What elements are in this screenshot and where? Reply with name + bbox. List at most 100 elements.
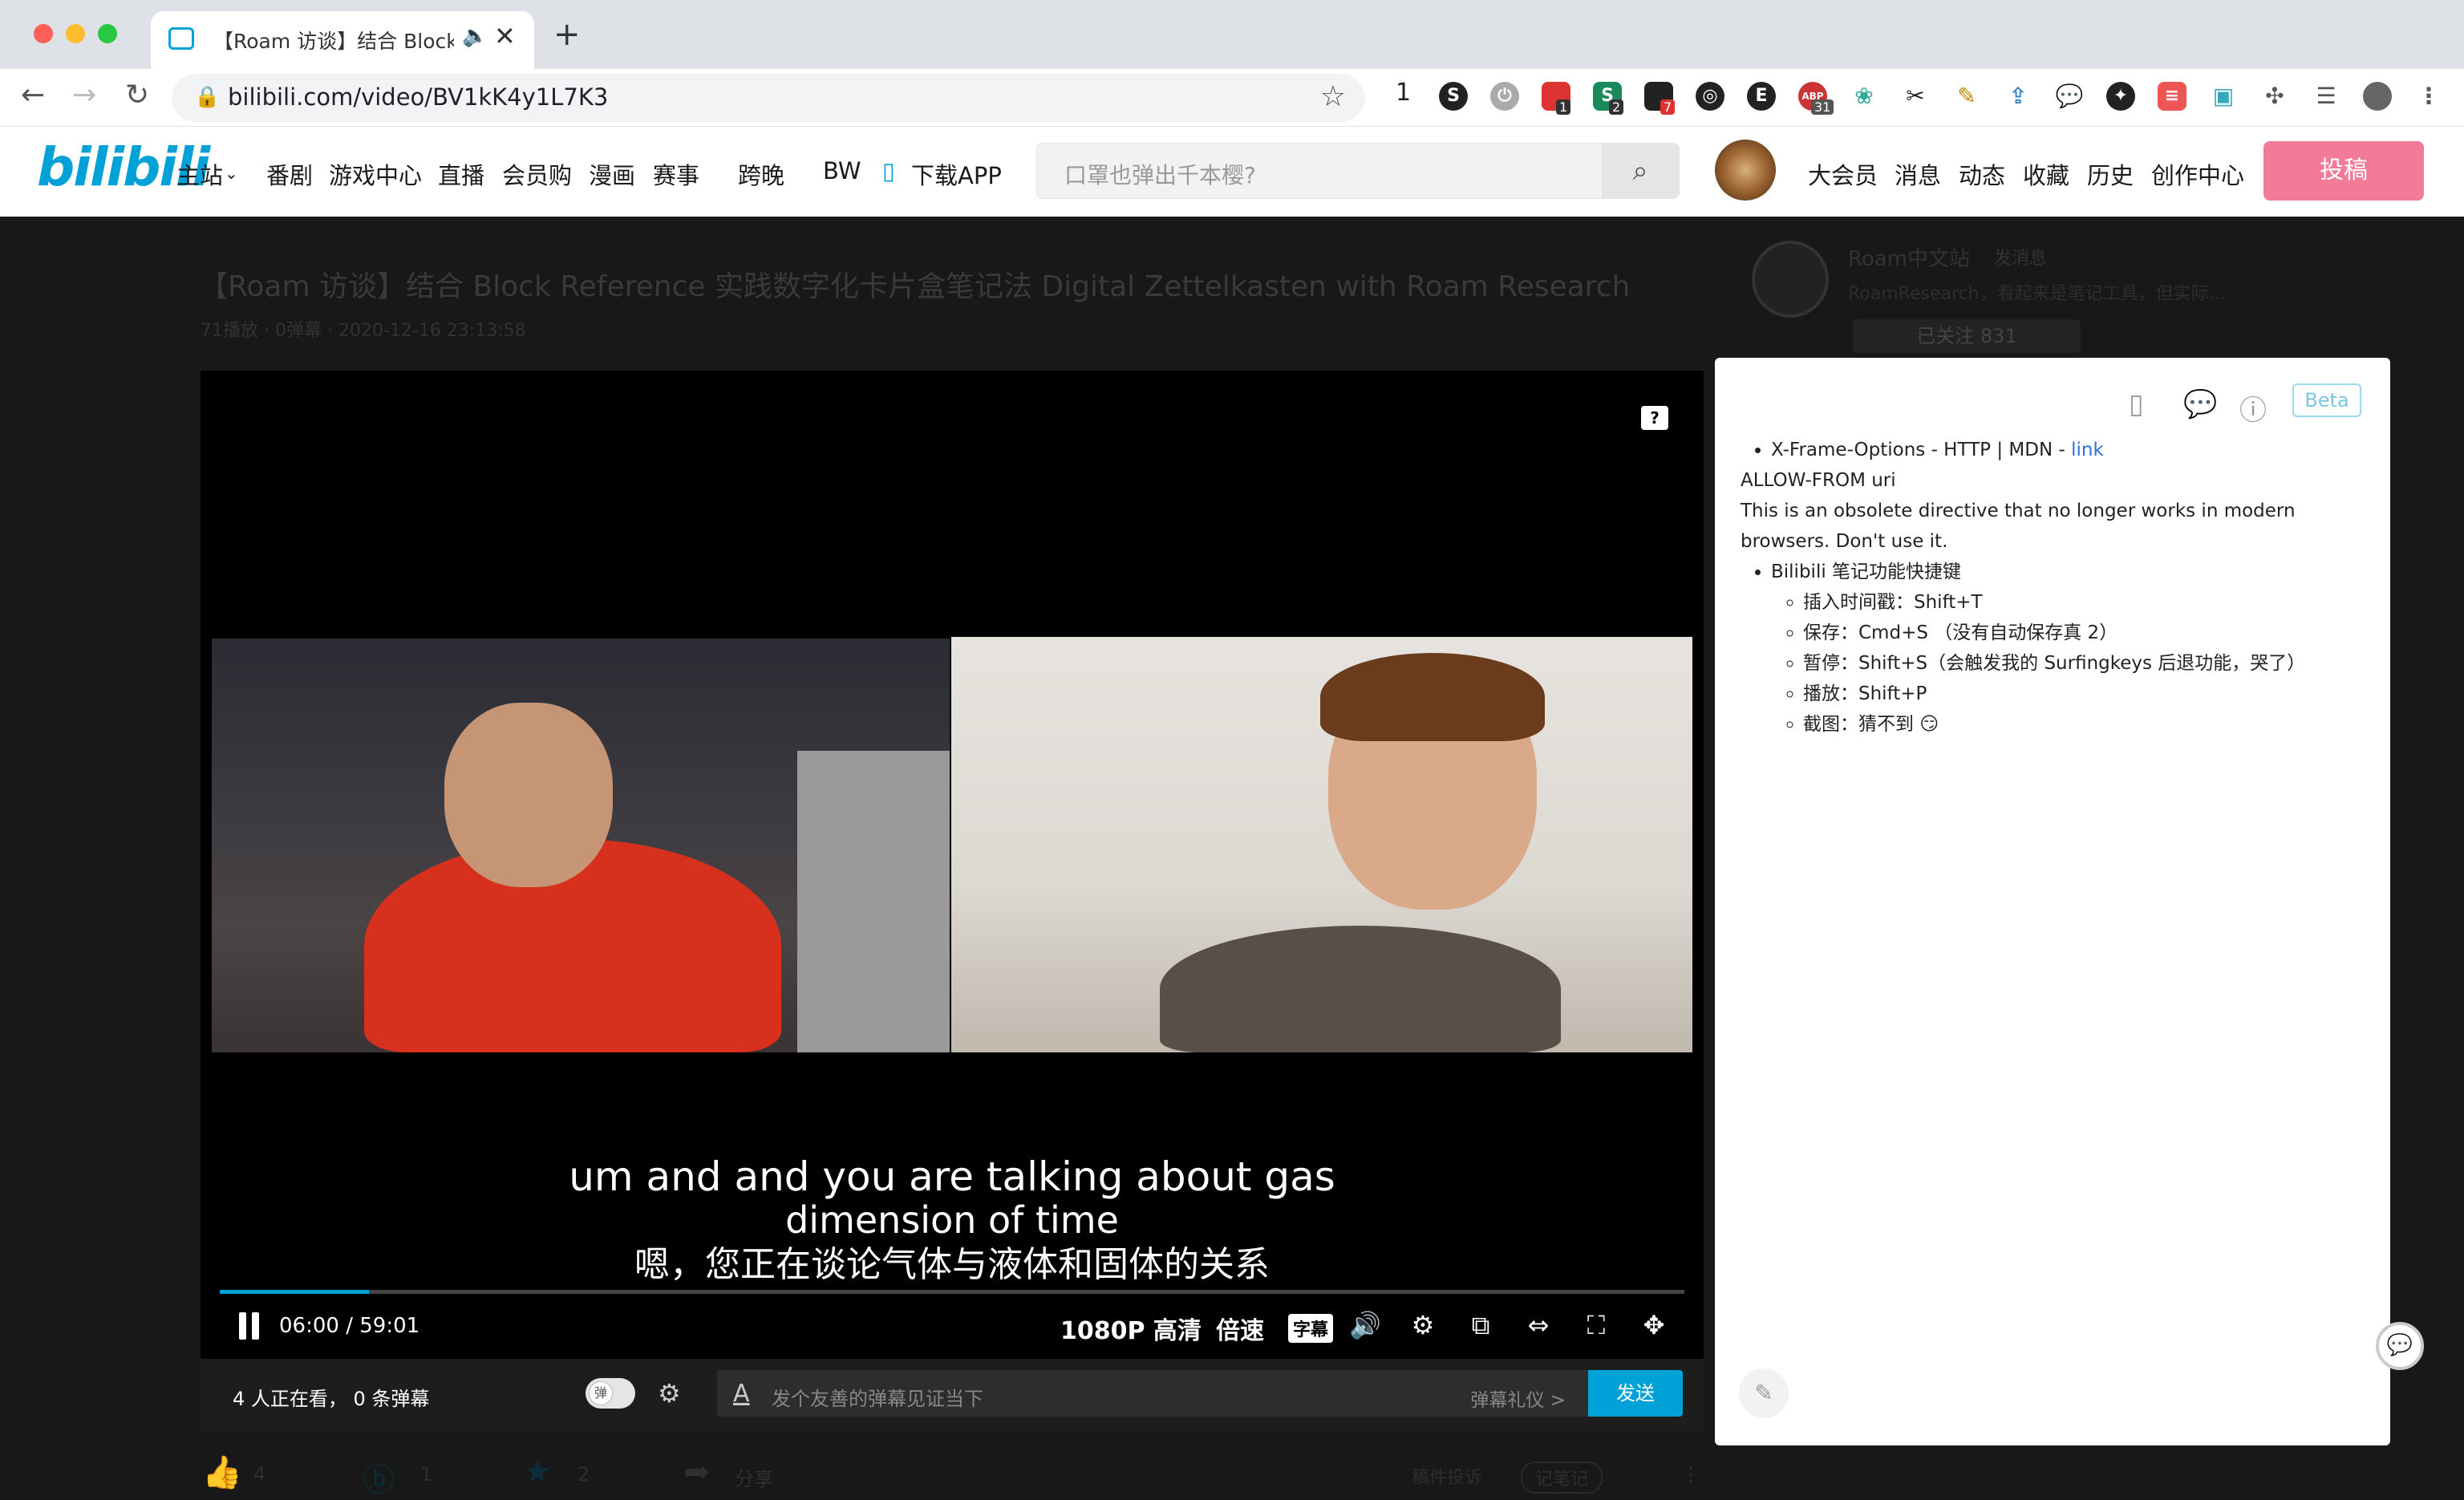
pen-icon[interactable]: ✎ bbox=[1739, 1368, 1789, 1418]
nav-mall[interactable]: 会员购 bbox=[502, 157, 572, 191]
danmaku-input[interactable]: A 发个友善的弹幕见证当下 弹幕礼仪 > bbox=[717, 1370, 1588, 1417]
chevron-down-icon[interactable]: ⌄ bbox=[225, 164, 238, 183]
report-link[interactable]: 稿件投诉 bbox=[1412, 1463, 1482, 1489]
nav-live[interactable]: 直播 bbox=[438, 157, 484, 191]
danmaku-toggle[interactable]: 弹 bbox=[586, 1378, 635, 1409]
speed-button[interactable]: 倍速 bbox=[1216, 1311, 1264, 1346]
new-tab-button[interactable]: + bbox=[553, 16, 581, 53]
coin-count: 1 bbox=[420, 1463, 433, 1486]
nav-manga[interactable]: 漫画 bbox=[589, 157, 635, 191]
danmaku-etiquette-link[interactable]: 弹幕礼仪 > bbox=[1470, 1384, 1566, 1412]
uploader-avatar[interactable] bbox=[1752, 241, 1829, 318]
reload-icon[interactable]: ↻ bbox=[125, 79, 149, 111]
nav-messages[interactable]: 消息 bbox=[1895, 157, 1941, 191]
back-icon[interactable]: ← bbox=[21, 79, 45, 111]
zoom-window-button[interactable] bbox=[98, 24, 117, 43]
reading-list-icon[interactable]: ☰ bbox=[2312, 82, 2340, 111]
note-text: X-Frame-Options - HTTP | MDN - bbox=[1771, 440, 2072, 460]
notes-extension-icon[interactable]: ≡ bbox=[2158, 82, 2186, 111]
nav-vip[interactable]: 大会员 bbox=[1808, 157, 1878, 191]
nav-main[interactable]: 主站 bbox=[176, 157, 223, 191]
notes-editor[interactable]: X-Frame-Options - HTTP | MDN - link ALLO… bbox=[1741, 435, 2374, 740]
address-bar[interactable]: 🔒 bilibili.com/video/BV1kK4y1L7K3 ☆ bbox=[172, 74, 1365, 122]
note-link[interactable]: link bbox=[2071, 440, 2104, 460]
extension-pen-icon[interactable]: ✎ bbox=[1952, 82, 1981, 111]
follow-button[interactable]: 已关注 831 bbox=[1853, 319, 2081, 353]
bilibili-extension-icon[interactable]: ▣ bbox=[2209, 82, 2238, 111]
extension-leaf-icon[interactable]: ❀ bbox=[1850, 82, 1878, 111]
note-paragraph: This is an obsolete directive that no lo… bbox=[1741, 501, 2296, 552]
subtitle-button[interactable]: 字幕 bbox=[1288, 1314, 1334, 1343]
extension-e-icon[interactable]: E bbox=[1747, 82, 1776, 111]
uploader-name[interactable]: Roam中文站 bbox=[1848, 242, 1970, 272]
share-extension-icon[interactable]: ⇪ bbox=[2004, 82, 2032, 111]
quality-button[interactable]: 1080P 高清 bbox=[1060, 1311, 1202, 1346]
tab-close-icon[interactable]: ✕ bbox=[494, 21, 516, 51]
extension-globe-icon[interactable]: ◎ bbox=[1696, 82, 1724, 111]
coin-icon[interactable]: ⓑ bbox=[363, 1453, 395, 1500]
nav-game-center[interactable]: 游戏中心 bbox=[329, 157, 422, 191]
extension-counter[interactable]: 1 bbox=[1396, 79, 1411, 107]
send-message-link[interactable]: 发消息 bbox=[1994, 244, 2047, 270]
widescreen-icon[interactable]: ⇔ bbox=[1522, 1309, 1554, 1341]
nav-download-app[interactable]: 下载APP bbox=[911, 157, 1002, 191]
split-view-icon[interactable]: ▯ bbox=[2129, 388, 2144, 420]
minimize-window-button[interactable] bbox=[66, 24, 85, 43]
speaker-icon[interactable]: 🔈 bbox=[462, 24, 488, 48]
forward-icon[interactable]: → bbox=[72, 79, 96, 111]
settings-gear-icon[interactable]: ⚙ bbox=[1407, 1309, 1439, 1341]
nav-bw[interactable]: BW bbox=[823, 157, 861, 184]
progress-bar[interactable] bbox=[220, 1290, 1684, 1294]
nav-favorites[interactable]: 收藏 bbox=[2023, 157, 2069, 191]
bed bbox=[797, 751, 950, 1052]
nav-esports[interactable]: 赛事 bbox=[653, 157, 699, 191]
send-danmaku-button[interactable]: 发送 bbox=[1588, 1370, 1683, 1417]
user-avatar[interactable] bbox=[1715, 140, 1776, 201]
favorite-star-icon[interactable]: ★ bbox=[523, 1453, 552, 1490]
text-style-icon[interactable]: A bbox=[733, 1380, 750, 1408]
share-icon[interactable]: ➦ bbox=[683, 1453, 711, 1490]
nav-anime[interactable]: 番剧 bbox=[266, 157, 313, 191]
chat-bubble-icon[interactable]: 💬 bbox=[2376, 1322, 2424, 1370]
volume-icon[interactable]: 🔊 bbox=[1349, 1309, 1381, 1341]
more-icon[interactable]: ⋮ bbox=[1681, 1463, 1700, 1486]
nav-dynamics[interactable]: 动态 bbox=[1959, 157, 2005, 191]
nav-creator-center[interactable]: 创作中心 bbox=[2151, 157, 2244, 191]
search-input[interactable]: 口罩也弹出千本樱? ⌕ bbox=[1036, 143, 1680, 199]
extension-s-icon[interactable]: S bbox=[1439, 82, 1468, 111]
viewer-count: 4 人正在看， 0 条弹幕 bbox=[233, 1388, 430, 1410]
lock-icon: 🔒 bbox=[194, 85, 221, 109]
browser-tab-active[interactable]: 【Roam 访谈】结合 Block R 🔈 ✕ bbox=[151, 11, 534, 69]
feedback-icon[interactable]: ? bbox=[1641, 406, 1668, 430]
pause-button[interactable] bbox=[237, 1312, 261, 1340]
profile-avatar[interactable] bbox=[2363, 82, 2392, 111]
note-sub-bullet: 保存：Cmd+S （没有自动保存真 2） bbox=[1803, 618, 2374, 648]
url-text: bilibili.com/video/BV1kK4y1L7K3 bbox=[228, 83, 609, 111]
nav-history[interactable]: 历史 bbox=[2087, 157, 2134, 191]
extensions-puzzle-icon[interactable]: ✣ bbox=[2260, 82, 2289, 111]
like-icon[interactable]: 👍 bbox=[202, 1453, 242, 1491]
bilibili-favicon-icon bbox=[168, 27, 194, 50]
scissors-icon[interactable]: ✂ bbox=[1901, 82, 1930, 111]
search-placeholder: 口罩也弹出千本樱? bbox=[1064, 162, 1256, 189]
web-fullscreen-icon[interactable]: ⛶ bbox=[1580, 1309, 1612, 1341]
extension-power-icon[interactable]: ⏻ bbox=[1490, 82, 1519, 111]
close-window-button[interactable] bbox=[34, 24, 53, 43]
help-icon[interactable]: ⓘ bbox=[2239, 388, 2267, 428]
danmaku-settings-icon[interactable]: ⚙ bbox=[658, 1378, 681, 1409]
share-label[interactable]: 分享 bbox=[735, 1463, 773, 1491]
fullscreen-icon[interactable]: ✥ bbox=[1638, 1309, 1670, 1341]
comment-icon[interactable]: 💬 bbox=[2183, 388, 2217, 420]
take-note-button[interactable]: 记笔记 bbox=[1521, 1461, 1603, 1494]
search-icon[interactable]: ⌕ bbox=[1602, 144, 1679, 198]
chat-extension-icon[interactable]: 💬 bbox=[2055, 82, 2084, 111]
current-time: 06:00 bbox=[279, 1314, 339, 1338]
duration: 59:01 bbox=[359, 1314, 420, 1338]
upload-button[interactable]: 投稿 bbox=[2263, 141, 2424, 201]
bookmark-star-icon[interactable]: ☆ bbox=[1320, 80, 1346, 113]
nav-gala[interactable]: 跨晚 bbox=[738, 157, 784, 191]
picture-in-picture-icon[interactable]: ⧉ bbox=[1465, 1309, 1497, 1341]
danmaku-placeholder: 发个友善的弹幕见证当下 bbox=[772, 1388, 983, 1410]
twitter-icon[interactable]: ✦ bbox=[2106, 82, 2135, 111]
browser-menu-icon[interactable]: ⋮ bbox=[2414, 82, 2443, 111]
